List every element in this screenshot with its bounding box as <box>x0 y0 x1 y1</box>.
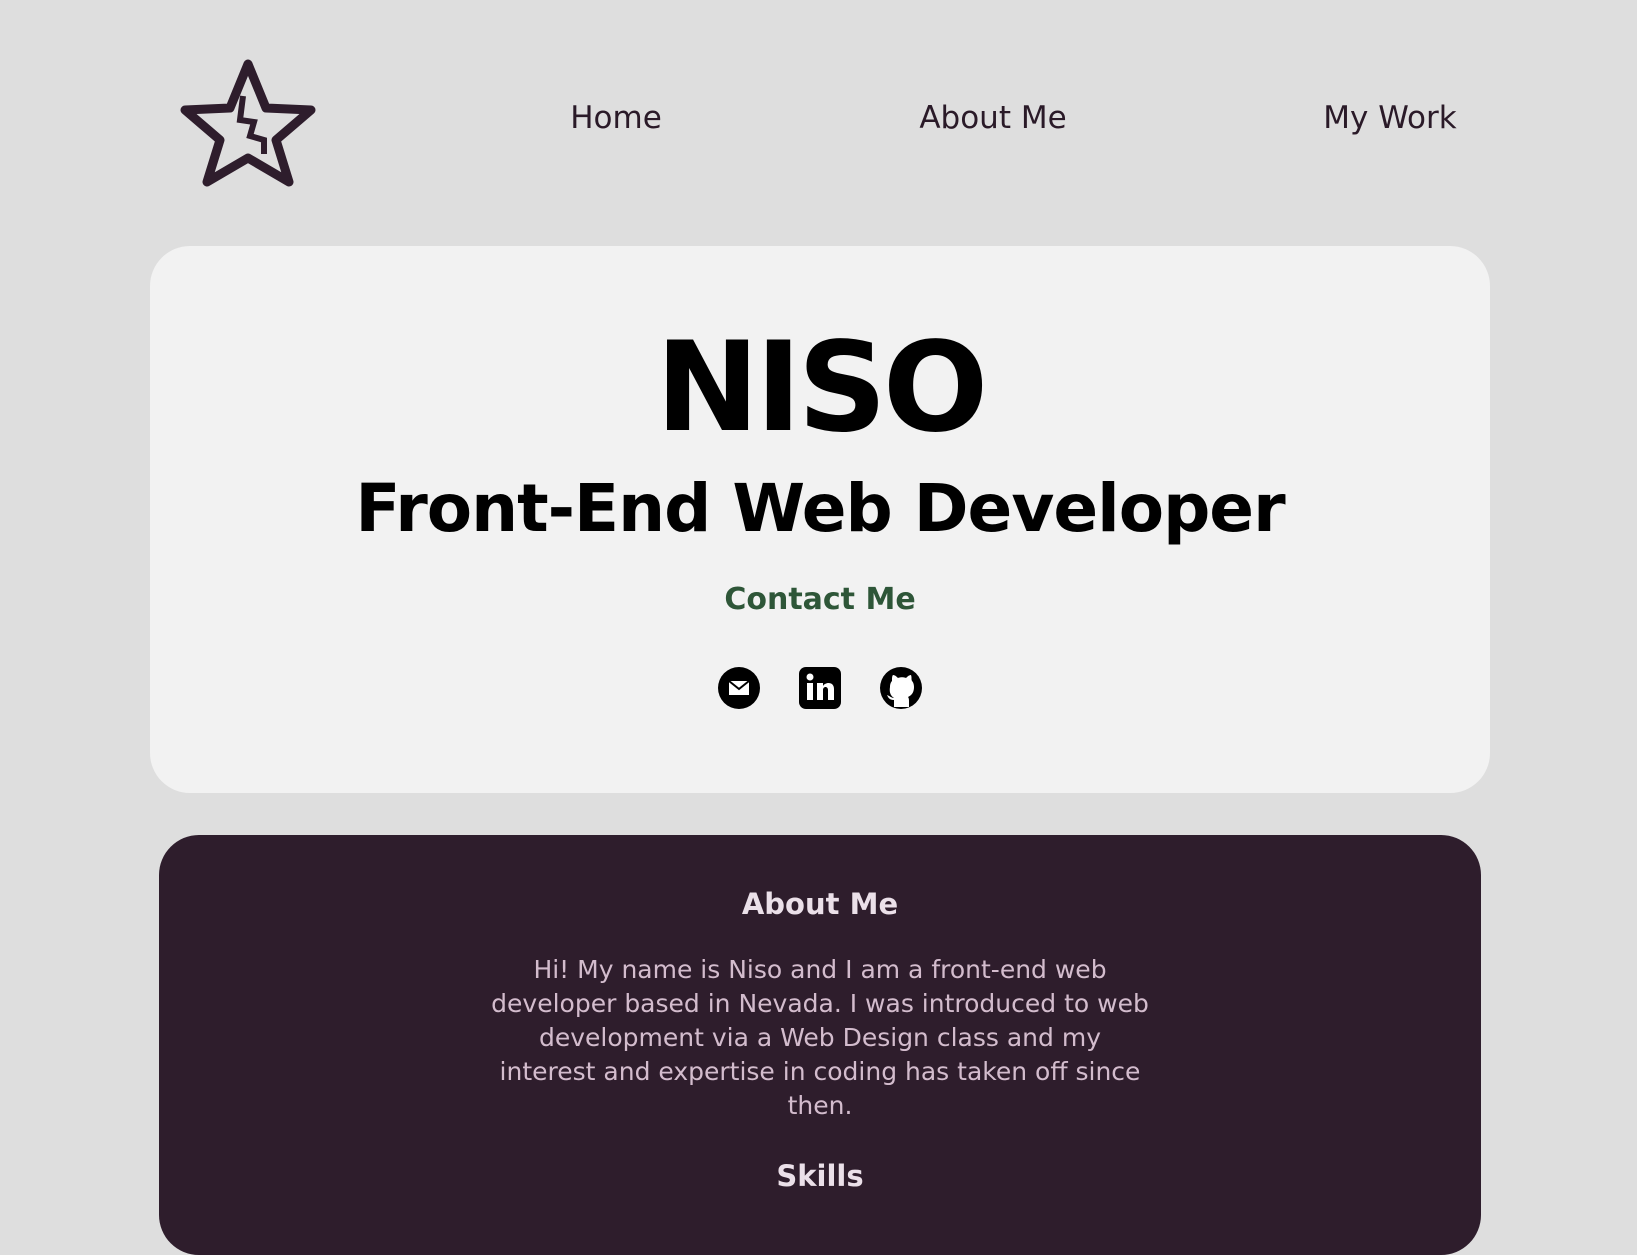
email-icon[interactable] <box>718 667 760 709</box>
github-icon[interactable] <box>880 667 922 709</box>
about-section: About Me Hi! My name is Niso and I am a … <box>159 835 1481 1255</box>
hero-card: NISO Front-End Web Developer Contact Me <box>150 246 1490 793</box>
linkedin-icon[interactable] <box>799 667 841 709</box>
hero-name: NISO <box>655 316 989 460</box>
nav-home[interactable]: Home <box>570 100 662 136</box>
hero-role: Front-End Web Developer <box>355 470 1285 547</box>
about-heading: About Me <box>741 887 899 921</box>
social-links <box>150 667 1490 709</box>
contact-heading: Contact Me <box>724 582 916 617</box>
nav-my-work[interactable]: My Work <box>1323 100 1456 136</box>
skills-heading: Skills <box>776 1159 864 1193</box>
logo-star-icon[interactable] <box>178 56 318 190</box>
about-text: Hi! My name is Niso and I am a front-end… <box>491 955 1149 1120</box>
nav-about-me[interactable]: About Me <box>919 100 1066 136</box>
